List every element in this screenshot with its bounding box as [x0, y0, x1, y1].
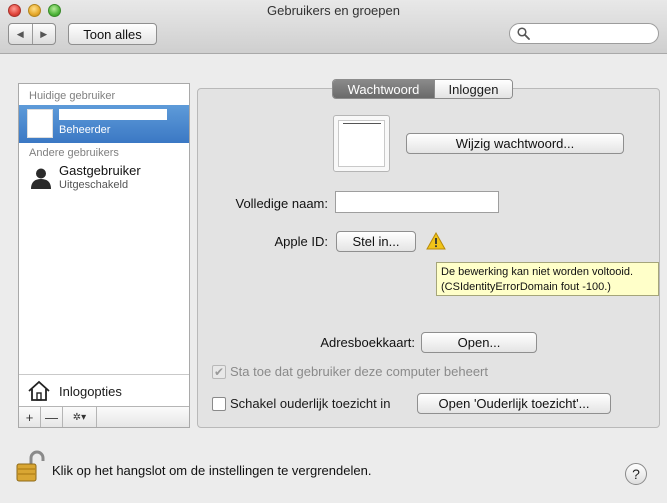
minus-icon: —: [45, 409, 58, 425]
lock-instruction-text: Klik op het hangslot om de instellingen …: [52, 463, 372, 478]
tab-login[interactable]: Inloggen: [434, 80, 512, 98]
sidebar-item-current-user[interactable]: Beheerder: [19, 105, 189, 143]
apple-id-label: Apple ID:: [274, 234, 328, 249]
sidebar-item-guest-user[interactable]: Gastgebruiker Uitgeschakeld: [19, 160, 189, 198]
chevron-left-icon: ◀: [16, 28, 24, 39]
back-forward-control: ◀ ▶: [8, 23, 56, 45]
action-menu-button[interactable]: ✲▾: [63, 407, 97, 427]
person-icon: [31, 168, 51, 189]
guest-user-status: Uitgeschakeld: [59, 179, 129, 191]
full-name-field[interactable]: [335, 191, 499, 213]
checkmark-icon: ✔: [213, 364, 225, 379]
guest-user-name: Gastgebruiker: [59, 163, 141, 178]
change-password-button[interactable]: Wijzig wachtwoord...: [406, 133, 624, 154]
parental-controls-checkbox[interactable]: [212, 396, 226, 411]
sidebar-item-login-options[interactable]: Inlogopties: [19, 374, 189, 406]
other-users-heading: Andere gebruikers: [29, 147, 119, 159]
user-picture-well[interactable]: [333, 115, 390, 172]
allow-admin-checkbox[interactable]: ✔: [212, 364, 226, 379]
plus-icon: +: [25, 409, 34, 425]
set-apple-id-button[interactable]: Stel in...: [336, 231, 416, 252]
window-title: Gebruikers en groepen: [267, 3, 400, 18]
parental-controls-label: Schakel ouderlijk toezicht in: [230, 396, 391, 411]
open-parental-controls-button[interactable]: Open 'Ouderlijk toezicht'...: [417, 393, 611, 414]
allow-admin-label: Sta toe dat gebruiker deze computer behe…: [230, 364, 488, 379]
avatar: [27, 109, 53, 138]
users-sidebar: Huidige gebruiker Beheerder Andere gebru…: [18, 83, 190, 428]
current-user-role: Beheerder: [59, 124, 111, 136]
search-icon: [517, 27, 530, 40]
address-card-label: Adresboekkaart:: [320, 335, 415, 350]
chevron-right-icon: ▶: [40, 28, 48, 39]
tooltip-line-2: (CSIdentityErrorDomain fout -100.): [441, 281, 611, 293]
current-user-name-redacted: [59, 109, 167, 120]
back-button[interactable]: ◀: [9, 24, 32, 44]
house-icon: [28, 380, 50, 401]
gear-icon: ✲▾: [72, 411, 87, 423]
parental-controls-checkbox-row: Schakel ouderlijk toezicht in: [212, 396, 390, 411]
show-all-button[interactable]: Toon alles: [68, 23, 157, 45]
padlock-unlocked-icon[interactable]: [14, 450, 46, 484]
sidebar-action-bar: + — ✲▾: [19, 406, 189, 427]
search-field[interactable]: [509, 23, 659, 44]
forward-button[interactable]: ▶: [31, 24, 56, 44]
error-tooltip: De bewerking kan niet worden voltooid. (…: [436, 262, 659, 296]
tooltip-line-1: De bewerking kan niet worden voltooid.: [441, 266, 634, 278]
allow-admin-checkbox-row: ✔ Sta toe dat gebruiker deze computer be…: [212, 364, 488, 379]
add-user-button[interactable]: +: [19, 407, 41, 427]
remove-user-button[interactable]: —: [41, 407, 63, 427]
window-toolbar: Gebruikers en groepen ◀ ▶ Toon alles: [0, 0, 667, 54]
warning-icon[interactable]: [426, 232, 446, 250]
login-options-label: Inlogopties: [59, 384, 122, 399]
user-picture: [338, 120, 385, 167]
current-user-heading: Huidige gebruiker: [29, 90, 116, 102]
help-button[interactable]: ?: [625, 463, 647, 485]
full-name-label: Volledige naam:: [235, 196, 328, 211]
detail-tabs: Wachtwoord Inloggen: [332, 79, 513, 99]
tab-password[interactable]: Wachtwoord: [333, 80, 434, 98]
users-and-groups-window: Gebruikers en groepen ◀ ▶ Toon alles Hui…: [0, 0, 667, 503]
open-address-card-button[interactable]: Open...: [421, 332, 537, 353]
